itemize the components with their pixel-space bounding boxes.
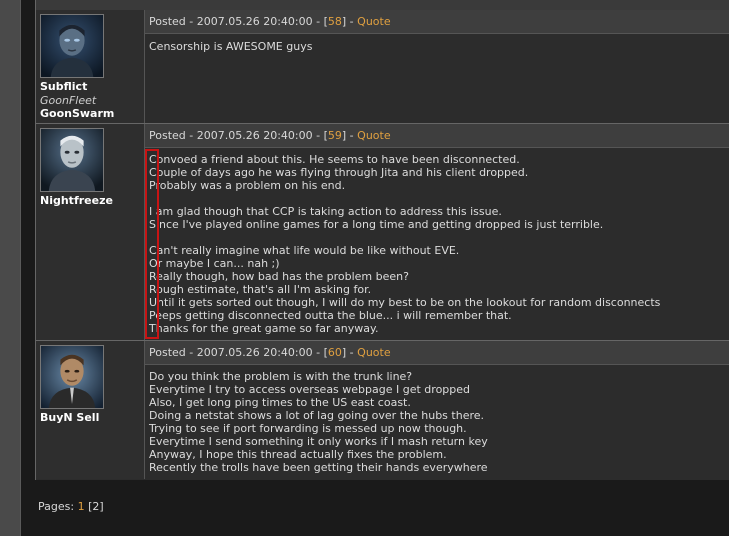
- quote-link[interactable]: Quote: [357, 346, 390, 359]
- forum-post-58: Subflict GoonFleet GoonSwarm Posted - 20…: [36, 10, 729, 124]
- post-number-link[interactable]: 60: [328, 346, 342, 359]
- post-timestamp: 2007.05.26 20:40:00: [196, 15, 313, 28]
- post-text-line: Thanks for the great game so far anyway.: [149, 322, 379, 335]
- post-meta: Posted - 2007.05.26 20:40:00 - [58] - Qu…: [149, 15, 391, 28]
- author-alliance[interactable]: GoonSwarm: [40, 107, 114, 120]
- quote-link[interactable]: Quote: [357, 15, 390, 28]
- page-link-2[interactable]: [2]: [88, 500, 104, 513]
- post-header: Posted - 2007.05.26 20:40:00 - [59] - Qu…: [145, 124, 729, 148]
- post-meta: Posted - 2007.05.26 20:40:00 - [60] - Qu…: [149, 346, 391, 359]
- post-text-line: Until it gets sorted out though, I will …: [149, 296, 661, 309]
- portrait-buyn-sell: [41, 346, 103, 408]
- avatar[interactable]: [40, 128, 104, 192]
- post-body: Convoed a friend about this. He seems to…: [145, 148, 729, 340]
- post-author-panel: Nightfreeze: [36, 124, 145, 340]
- left-border: [0, 0, 21, 536]
- post-header: Posted - 2007.05.26 20:40:00 - [58] - Qu…: [145, 10, 729, 34]
- portrait-nightfreeze: [41, 129, 103, 191]
- post-text-line: Really though, how bad has the problem b…: [149, 270, 409, 283]
- post-text-line: Can't really imagine what life would be …: [149, 244, 460, 257]
- pagination: Pages: 1 [2]: [38, 500, 104, 513]
- post-timestamp: 2007.05.26 20:40:00: [196, 346, 313, 359]
- post-author-panel: Subflict GoonFleet GoonSwarm: [36, 10, 145, 123]
- post-text-line: Since I've played online games for a lon…: [149, 218, 604, 231]
- pages-label: Pages:: [38, 500, 78, 513]
- post-text-line: Rough estimate, that's all I'm asking fo…: [149, 283, 372, 296]
- post-text-line: Couple of days ago he was flying through…: [149, 166, 529, 179]
- post-text-line: Do you think the problem is with the tru…: [149, 370, 413, 383]
- author-name[interactable]: BuyN Sell: [40, 411, 99, 424]
- author-corporation[interactable]: GoonFleet: [40, 94, 96, 107]
- quote-link[interactable]: Quote: [357, 129, 390, 142]
- avatar[interactable]: [40, 345, 104, 409]
- avatar[interactable]: [40, 14, 104, 78]
- forum-thread: Subflict GoonFleet GoonSwarm Posted - 20…: [35, 0, 729, 480]
- post-number-link[interactable]: 59: [328, 129, 342, 142]
- page-link-current[interactable]: 1: [78, 500, 85, 513]
- forum-post-59: Nightfreeze Posted - 2007.05.26 20:40:00…: [36, 124, 729, 341]
- post-number-link[interactable]: 58: [328, 15, 342, 28]
- post-meta: Posted - 2007.05.26 20:40:00 - [59] - Qu…: [149, 129, 391, 142]
- post-text-line: Everytime I try to access overseas webpa…: [149, 383, 471, 396]
- post-text-line: Doing a netstat shows a lot of lag going…: [149, 409, 485, 422]
- portrait-subflict: [41, 15, 103, 77]
- post-text-line: Recently the trolls have been getting th…: [149, 461, 488, 474]
- post-text-line: Probably was a problem on his end.: [149, 179, 346, 192]
- post-header: Posted - 2007.05.26 20:40:00 - [60] - Qu…: [145, 341, 729, 365]
- author-name[interactable]: Nightfreeze: [40, 194, 113, 207]
- post-text-line: Or maybe I can... nah ;): [149, 257, 280, 270]
- highlight-box: [145, 149, 159, 339]
- post-text-line: Trying to see if port forwarding is mess…: [149, 422, 467, 435]
- posted-label: Posted -: [149, 346, 197, 359]
- post-text-line: I am glad though that CCP is taking acti…: [149, 205, 502, 218]
- post-text-line: Censorship is AWESOME guys: [149, 40, 313, 53]
- post-timestamp: 2007.05.26 20:40:00: [196, 129, 313, 142]
- post-body: Censorship is AWESOME guys: [145, 34, 729, 123]
- post-text-line: Also, I get long ping times to the US ea…: [149, 396, 411, 409]
- post-text-line: Peeps getting disconnected outta the blu…: [149, 309, 512, 322]
- post-author-panel: BuyN Sell: [36, 341, 145, 479]
- post-body: Do you think the problem is with the tru…: [145, 365, 729, 479]
- posted-label: Posted -: [149, 15, 197, 28]
- post-text-line: Everytime I send something it only works…: [149, 435, 488, 448]
- posted-label: Posted -: [149, 129, 197, 142]
- forum-post-60: BuyN Sell Posted - 2007.05.26 20:40:00 -…: [36, 341, 729, 479]
- author-name[interactable]: Subflict: [40, 80, 87, 93]
- post-text-line: Convoed a friend about this. He seems to…: [149, 153, 520, 166]
- post-text-line: Anyway, I hope this thread actually fixe…: [149, 448, 447, 461]
